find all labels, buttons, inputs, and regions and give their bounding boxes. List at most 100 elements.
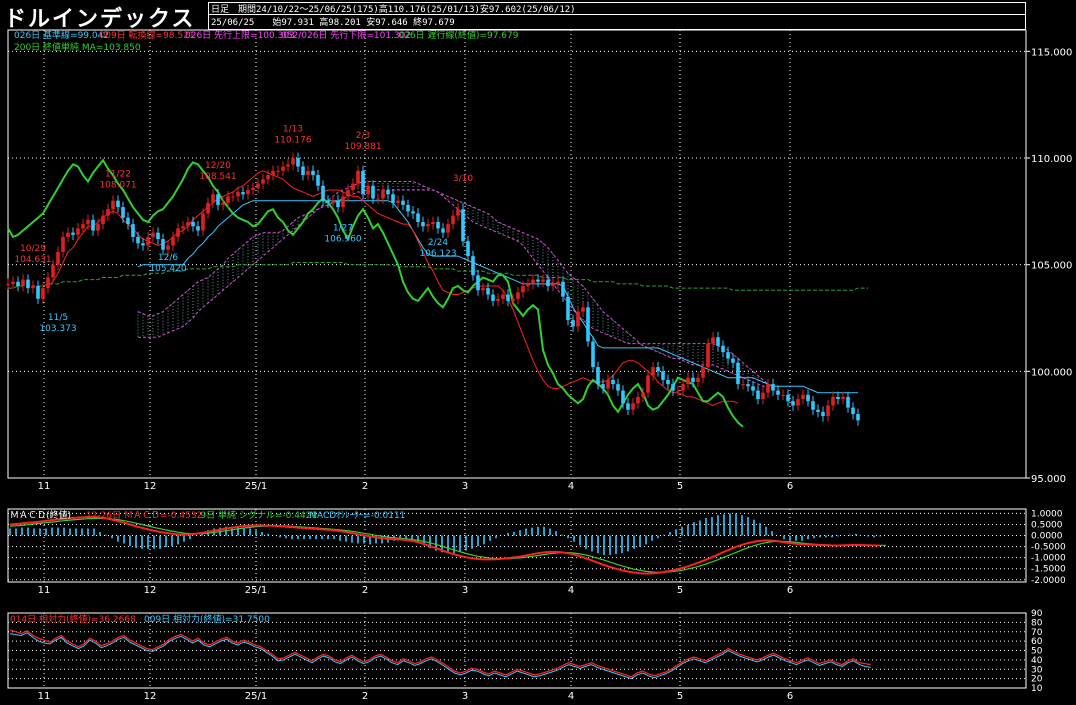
candle-body xyxy=(231,196,235,198)
price-xaxis-label: 4 xyxy=(568,481,574,492)
candle-body xyxy=(221,202,225,205)
candle-body xyxy=(736,362,740,385)
ichimoku-legend-item: 026日 遅行線(終値)=97.679 xyxy=(398,29,518,41)
annotation-date: 2/3 xyxy=(356,131,370,141)
candle-body xyxy=(696,377,700,382)
candle-body xyxy=(801,394,805,400)
candle-body xyxy=(426,224,430,227)
candle-body xyxy=(111,200,115,210)
candle-body xyxy=(401,200,405,205)
ichimoku-legend-item: 026日 先行上限=100.303 xyxy=(185,29,295,41)
rsi14-line xyxy=(9,629,871,678)
candle-body xyxy=(396,200,400,203)
candle-body xyxy=(286,164,290,167)
rsi9-line xyxy=(9,632,871,680)
candle-body xyxy=(76,228,80,235)
price-xaxis-label: 12 xyxy=(144,481,157,492)
candle-body xyxy=(191,222,195,227)
candle-body xyxy=(156,232,160,240)
rsi-xaxis-label: 25/1 xyxy=(245,691,267,702)
candle-body xyxy=(691,377,695,382)
candle-body xyxy=(576,311,580,327)
candle-body xyxy=(271,170,275,176)
candle-body xyxy=(61,236,65,252)
candle-body xyxy=(171,236,175,246)
annotation-value: 108.071 xyxy=(99,181,136,191)
macd-axis-label: 1.0000 xyxy=(1031,509,1063,519)
candle-body xyxy=(216,194,220,205)
candle-body xyxy=(456,209,460,216)
candle-body xyxy=(481,288,485,291)
annotation-value: 109.881 xyxy=(344,142,381,152)
candle-body xyxy=(336,200,340,208)
candle-body xyxy=(641,392,645,397)
candle-body xyxy=(391,194,395,203)
candle-body xyxy=(846,396,850,408)
candle-body xyxy=(106,209,110,216)
rsi-xaxis-label: 2 xyxy=(362,691,368,702)
candle-body xyxy=(21,279,25,286)
candle-body xyxy=(621,390,625,404)
candle-body xyxy=(581,307,585,312)
candle-body xyxy=(121,207,125,218)
candle-body xyxy=(776,390,780,395)
candle-body xyxy=(636,396,640,404)
candle-body xyxy=(716,337,720,346)
candle-body xyxy=(96,224,100,231)
candle-body xyxy=(381,190,385,199)
annotation-value: 110.176 xyxy=(274,136,311,146)
candle-body xyxy=(706,343,710,368)
candle-body xyxy=(421,222,425,227)
candle-body xyxy=(371,185,375,199)
candle-body xyxy=(331,200,335,203)
candle-body xyxy=(766,384,770,393)
candle-body xyxy=(196,226,200,231)
ma200-line xyxy=(8,262,868,291)
candle-body xyxy=(311,170,315,176)
candle-body xyxy=(186,222,190,227)
rsi-xaxis-label: 4 xyxy=(568,691,574,702)
annotation-date: 1/27 xyxy=(333,223,353,233)
macd-xaxis-label: 11 xyxy=(38,585,51,596)
rsi-xaxis-label: 3 xyxy=(462,691,468,702)
candle-body xyxy=(296,158,300,167)
candle-body xyxy=(556,281,560,284)
candle-body xyxy=(406,204,410,212)
candle-body xyxy=(141,243,145,246)
annotation-value: 106.960 xyxy=(324,234,361,244)
candle-body xyxy=(251,187,255,190)
candle-body xyxy=(36,286,40,299)
candle-body xyxy=(516,292,520,299)
candle-body xyxy=(146,236,150,246)
candle-body xyxy=(376,198,380,200)
macd-axis-label: 0.0000 xyxy=(1031,532,1063,542)
ichimoku-legend-item: 052/026日 先行下限=101.302 xyxy=(281,29,411,41)
candle-body xyxy=(41,288,45,299)
macd-xaxis-label: 4 xyxy=(568,585,574,596)
candle-body xyxy=(241,192,245,195)
candle-body xyxy=(166,245,170,250)
candle-body xyxy=(526,283,530,286)
candle-body xyxy=(616,384,620,391)
candle-body xyxy=(181,226,185,229)
candle-body xyxy=(11,281,15,284)
candle-body xyxy=(726,352,730,359)
candle-body xyxy=(291,158,295,165)
candle-body xyxy=(236,192,240,197)
candle-body xyxy=(511,298,515,301)
price-xaxis-label: 6 xyxy=(787,481,793,492)
annotation-date: 10/29 xyxy=(20,244,46,254)
candle-body xyxy=(256,183,260,188)
rsi-axis-label: 10 xyxy=(1031,684,1043,694)
candle-body xyxy=(131,224,135,237)
candle-body xyxy=(326,200,330,203)
macd-xaxis-label: 3 xyxy=(462,585,468,596)
candle-body xyxy=(206,202,210,214)
candle-body xyxy=(226,196,230,203)
candle-body xyxy=(546,279,550,286)
macd-legend-item: ＭＡＣＤ(終値) xyxy=(10,509,71,521)
candle-body xyxy=(446,224,450,233)
candle-body xyxy=(541,279,545,282)
candle-body xyxy=(366,185,370,195)
candle-body xyxy=(746,384,750,387)
